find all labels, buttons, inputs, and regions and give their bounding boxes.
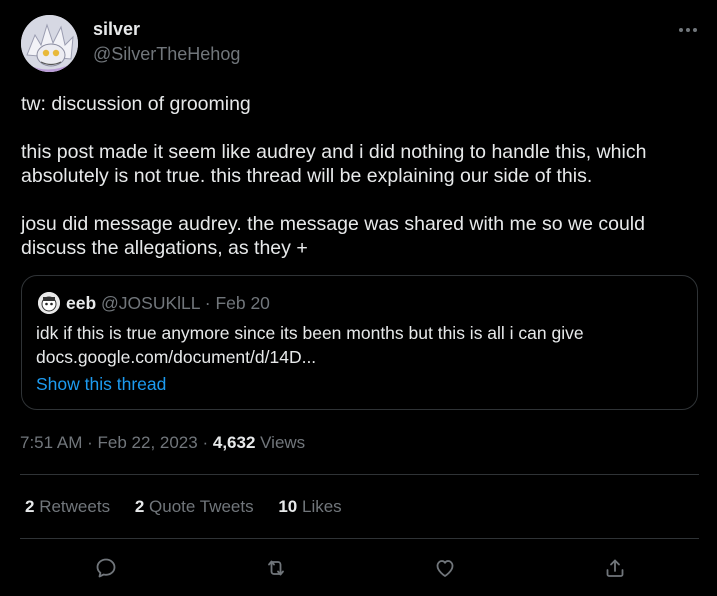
- quote-tweets-count: 2: [134, 497, 145, 516]
- divider: [20, 538, 699, 539]
- views-count: 4,632: [212, 433, 256, 452]
- quoted-author-name[interactable]: eeb: [66, 293, 96, 313]
- likes-count: 10: [278, 497, 298, 516]
- views-label: Views: [260, 433, 306, 452]
- tweet-text: tw: discussion of grooming this post mad…: [21, 92, 711, 260]
- retweets-stat[interactable]: 2 Retweets: [25, 497, 110, 517]
- tweet-meta: 7:51 AM · Feb 22, 2023 · 4,632 Views: [20, 433, 305, 453]
- author-avatar[interactable]: [21, 15, 78, 72]
- meta-separator: ·: [202, 433, 209, 452]
- engagement-stats: 2 Retweets 2 Quote Tweets 10 Likes: [25, 497, 362, 517]
- quoted-tweet-header: eeb @JOSUKlLL · Feb 20: [66, 292, 270, 314]
- tweet-paragraph: this post made it seem like audrey and i…: [21, 141, 647, 187]
- retweet-icon: [268, 560, 284, 576]
- divider: [20, 474, 699, 475]
- heart-icon: [436, 560, 454, 577]
- reply-icon: [96, 558, 116, 578]
- tweet-paragraph: josu did message audrey. the message was…: [21, 213, 645, 259]
- quoted-tweet[interactable]: eeb @JOSUKlLL · Feb 20 idk if this is tr…: [21, 275, 698, 410]
- likes-stat[interactable]: 10 Likes: [278, 497, 341, 517]
- silver-avatar-icon: [21, 15, 78, 72]
- quote-tweets-stat[interactable]: 2 Quote Tweets: [135, 497, 254, 517]
- retweet-button[interactable]: [263, 555, 289, 581]
- quoted-text-link[interactable]: docs.google.com/document/d/14D...: [36, 345, 686, 369]
- reply-button[interactable]: [93, 555, 119, 581]
- share-button[interactable]: [602, 555, 628, 581]
- action-bar: [0, 555, 717, 581]
- tweet-date[interactable]: Feb 22, 2023: [98, 433, 198, 452]
- tweet-paragraph: tw: discussion of grooming: [21, 93, 251, 115]
- retweets-label: Retweets: [39, 497, 111, 516]
- tweet-detail: silver @SilverTheHehog tw: discussion of…: [0, 0, 717, 596]
- author-name[interactable]: silver: [93, 19, 140, 40]
- more-options-button[interactable]: [676, 22, 700, 38]
- quoted-text-line: idk if this is true anymore since its be…: [36, 323, 584, 343]
- quoted-author-avatar[interactable]: [38, 292, 60, 314]
- quoted-tweet-text: idk if this is true anymore since its be…: [36, 321, 686, 369]
- meta-separator: ·: [204, 293, 211, 313]
- like-button[interactable]: [432, 555, 458, 581]
- share-icon: [606, 559, 624, 577]
- author-handle[interactable]: @SilverTheHehog: [93, 44, 240, 65]
- tweet-time[interactable]: 7:51 AM: [20, 433, 82, 452]
- eeb-avatar-icon: [38, 292, 60, 314]
- more-dots-icon: [679, 28, 697, 32]
- likes-label: Likes: [302, 497, 342, 516]
- quoted-tweet-date[interactable]: Feb 20: [215, 293, 269, 313]
- retweets-count: 2: [25, 497, 35, 516]
- quoted-author-handle[interactable]: @JOSUKlLL: [101, 293, 200, 313]
- meta-separator: ·: [87, 433, 93, 452]
- quote-tweets-label: Quote Tweets: [149, 497, 254, 516]
- show-thread-link[interactable]: Show this thread: [36, 374, 166, 395]
